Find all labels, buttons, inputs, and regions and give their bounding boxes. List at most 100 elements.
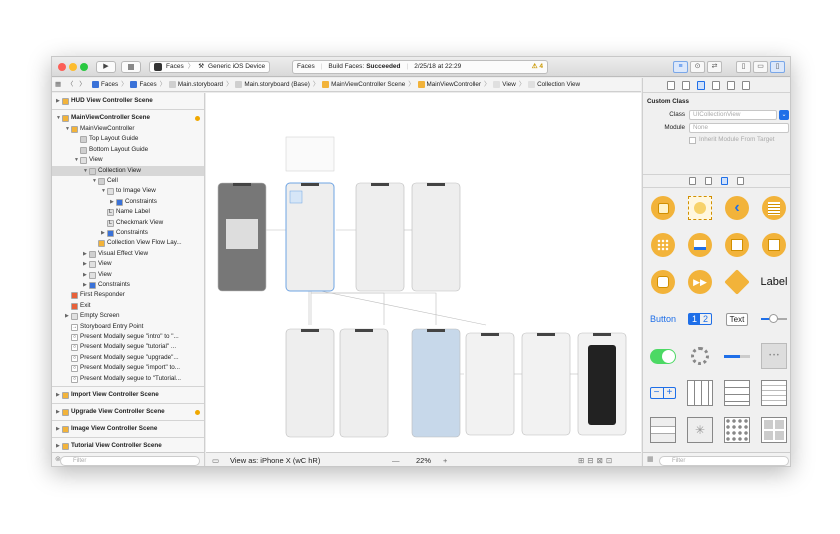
disclosure-closed-icon[interactable]: ▶ bbox=[83, 249, 87, 259]
stepper-object[interactable]: − + bbox=[645, 375, 681, 411]
outline-row[interactable]: ▼ Collection View bbox=[52, 165, 204, 176]
outline-scene-row[interactable]: ▶ Import View Controller Scene bbox=[52, 390, 204, 400]
stop-button[interactable] bbox=[121, 61, 141, 73]
disclosure-closed-icon[interactable]: ▶ bbox=[56, 424, 60, 434]
disclosure-closed-icon[interactable]: ▶ bbox=[65, 311, 69, 321]
collection-view-cell[interactable] bbox=[289, 190, 303, 204]
text-field-object[interactable]: Text bbox=[719, 301, 755, 337]
run-button[interactable]: ▶ bbox=[96, 61, 116, 73]
table-view-controller-object[interactable] bbox=[756, 190, 790, 226]
outline-row[interactable]: Top Layout Guide bbox=[52, 134, 204, 144]
table-view-object[interactable] bbox=[756, 375, 790, 411]
related-items-icon[interactable]: ▦ bbox=[55, 78, 61, 91]
outline-row[interactable]: ○ Present Modally segue "tutorial" ... bbox=[52, 342, 204, 352]
disclosure-closed-icon[interactable]: ▶ bbox=[56, 96, 60, 106]
outline-row[interactable]: Collection View Flow Lay... bbox=[52, 238, 204, 248]
disclosure-closed-icon[interactable]: ▶ bbox=[56, 441, 60, 451]
outline-row[interactable]: ▶ View bbox=[52, 270, 204, 280]
outline-row[interactable]: L Name Label bbox=[52, 207, 204, 217]
collection-view-object[interactable] bbox=[719, 412, 755, 448]
disclosure-closed-icon[interactable]: ▶ bbox=[101, 228, 105, 238]
media-library-tab[interactable] bbox=[737, 177, 744, 185]
outline-row[interactable]: ▼ to Image View bbox=[52, 186, 204, 196]
page-control-object[interactable]: • • • bbox=[756, 338, 790, 374]
disclosure-closed-icon[interactable]: ▶ bbox=[83, 259, 87, 269]
library-label-object[interactable]: Label bbox=[756, 264, 790, 300]
version-editor-button[interactable]: ⇄ bbox=[707, 61, 722, 73]
disclosure-closed-icon[interactable]: ▶ bbox=[83, 270, 87, 280]
outline-row[interactable]: ○ Present Modally segue "upgrade"... bbox=[52, 353, 204, 363]
close-window-button[interactable] bbox=[58, 63, 66, 71]
segmented-control-object[interactable]: 12 bbox=[682, 301, 718, 337]
outline-row[interactable]: ▶ Empty Screen bbox=[52, 311, 204, 321]
inherit-module-checkbox[interactable] bbox=[689, 137, 696, 144]
warning-indicator[interactable]: ⚠ 4 bbox=[532, 61, 543, 73]
identity-inspector-tab[interactable] bbox=[697, 81, 705, 90]
grid-view-icon[interactable]: ▦ bbox=[647, 455, 654, 463]
outline-row[interactable]: ○ Present Modally segue "intro" to "... bbox=[52, 332, 204, 342]
outline-row[interactable]: ▶ View bbox=[52, 259, 204, 269]
outline-row[interactable]: ○ Present Modally segue to "Tutorial... bbox=[52, 374, 204, 384]
breadcrumb-item[interactable]: Main.storyboard (Base) bbox=[235, 78, 310, 91]
scheme-selector[interactable]: Faces 〉 ⚒ Generic iOS Device bbox=[149, 61, 271, 73]
glkit-view-controller-object[interactable] bbox=[645, 264, 681, 300]
outline-row[interactable]: → Storyboard Entry Point bbox=[52, 322, 204, 332]
outline-row[interactable]: ▶ Constraints bbox=[52, 228, 204, 238]
toggle-navigator-button[interactable]: ▯ bbox=[736, 61, 751, 73]
outline-scene-row[interactable]: ▶ HUD View Controller Scene bbox=[52, 96, 204, 106]
navigation-controller-object[interactable]: ‹ bbox=[719, 190, 755, 226]
toggle-debug-area-button[interactable]: ▭ bbox=[753, 61, 768, 73]
collection-view-controller-object[interactable] bbox=[645, 227, 681, 263]
outline-row[interactable]: ▼ View bbox=[52, 155, 204, 165]
breadcrumb-item[interactable]: Faces bbox=[92, 78, 118, 91]
activity-indicator-object[interactable] bbox=[682, 338, 718, 374]
layout-buttons[interactable]: ⊞⊟⊠⊡ bbox=[578, 453, 615, 466]
zoom-window-button[interactable] bbox=[80, 63, 88, 71]
outline-row[interactable]: ▶ Constraints bbox=[52, 280, 204, 290]
slider-object[interactable] bbox=[756, 301, 790, 337]
disclosure-open-icon[interactable]: ▼ bbox=[92, 176, 97, 186]
disclosure-open-icon[interactable]: ▼ bbox=[101, 186, 106, 196]
zoom-in-button[interactable]: + bbox=[443, 453, 447, 466]
storyboard-scene[interactable] bbox=[285, 136, 335, 172]
switch-object[interactable] bbox=[645, 338, 681, 374]
stack-view-vertical-object[interactable] bbox=[719, 375, 755, 411]
storyboard-reference-object[interactable] bbox=[682, 190, 718, 226]
quick-help-tab[interactable] bbox=[682, 81, 690, 90]
outline-row[interactable]: Bottom Layout Guide bbox=[52, 145, 204, 155]
disclosure-open-icon[interactable]: ▼ bbox=[65, 124, 70, 134]
outline-scene-row[interactable]: ▼ MainViewController Scene bbox=[52, 113, 204, 123]
class-dropdown-button[interactable]: ⌄ bbox=[779, 110, 789, 120]
connections-inspector-tab[interactable] bbox=[742, 81, 750, 90]
outline-row[interactable]: Exit bbox=[52, 301, 204, 311]
outline-row[interactable]: L Checkmark View bbox=[52, 218, 204, 228]
outline-row[interactable]: ▼ Cell bbox=[52, 176, 204, 186]
outline-row[interactable]: ▶ Visual Effect View bbox=[52, 249, 204, 259]
storyboard-scene[interactable] bbox=[411, 182, 461, 292]
disclosure-closed-icon[interactable]: ▶ bbox=[56, 390, 60, 400]
view-controller-object[interactable] bbox=[645, 190, 681, 226]
image-view-object[interactable]: ✳ bbox=[682, 412, 718, 448]
library-button-object[interactable]: Button bbox=[645, 301, 681, 337]
outline-scene-row[interactable]: ▶ Tutorial View Controller Scene bbox=[52, 441, 204, 451]
size-inspector-tab[interactable] bbox=[727, 81, 735, 90]
minimize-window-button[interactable] bbox=[69, 63, 77, 71]
breadcrumb-item[interactable]: Collection View bbox=[528, 78, 580, 91]
split-view-controller-object[interactable] bbox=[719, 227, 755, 263]
object-cube[interactable] bbox=[719, 264, 755, 300]
stack-view-horizontal-object[interactable] bbox=[682, 375, 718, 411]
toggle-utilities-button[interactable]: ▯ bbox=[770, 61, 785, 73]
outline-row[interactable]: First Responder bbox=[52, 290, 204, 300]
outline-filter-input[interactable]: Filter bbox=[60, 456, 200, 466]
storyboard-scene[interactable] bbox=[465, 332, 515, 436]
breadcrumb-item[interactable]: View bbox=[493, 78, 516, 91]
storyboard-scene[interactable] bbox=[521, 332, 571, 436]
breadcrumb-item[interactable]: Faces bbox=[130, 78, 157, 91]
storyboard-scene[interactable] bbox=[285, 328, 335, 438]
object-library-tab[interactable] bbox=[721, 177, 728, 185]
outline-row[interactable]: ▼ MainViewController bbox=[52, 124, 204, 134]
outline-row[interactable]: ▶ Constraints bbox=[52, 197, 204, 207]
zoom-out-button[interactable]: — bbox=[392, 453, 400, 466]
file-template-library-tab[interactable] bbox=[689, 177, 696, 185]
breadcrumb-item[interactable]: MainViewController Scene bbox=[322, 78, 405, 91]
